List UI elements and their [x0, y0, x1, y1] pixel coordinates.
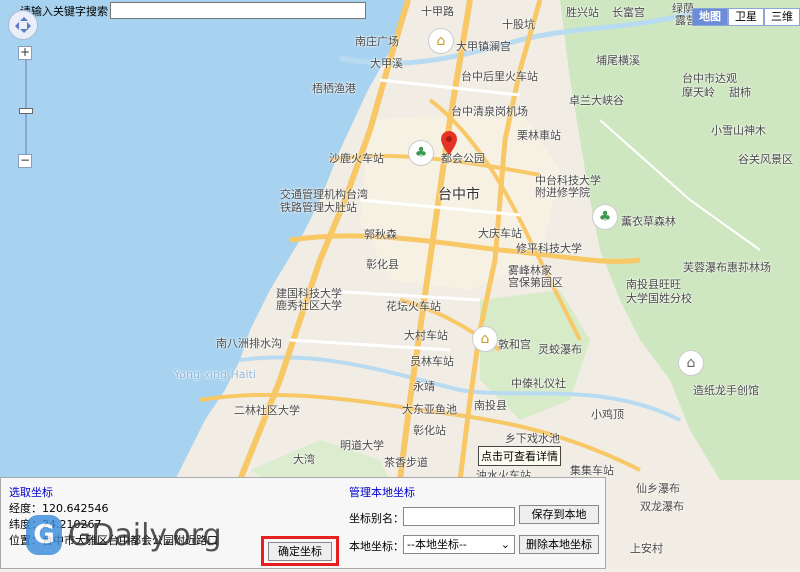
temple-icon[interactable]: ⌂ — [428, 28, 454, 54]
map-place-label[interactable]: 宫保第园区 — [508, 274, 563, 290]
watermark-text: GDaily.org — [68, 517, 222, 553]
map-place-label[interactable]: 梧栖渔港 — [312, 80, 356, 96]
map-place-label[interactable]: 上安村 — [630, 540, 663, 556]
map-place-label[interactable]: 南庄广场 — [355, 33, 399, 49]
map-place-label[interactable]: 胜兴站 — [566, 4, 599, 20]
map-place-label[interactable]: Yong xing Haiti — [174, 368, 256, 381]
map-place-label[interactable]: 附进修学院 — [535, 184, 590, 200]
temple-icon[interactable]: ⌂ — [472, 326, 498, 352]
map-place-label[interactable]: 小鸡顶 — [591, 406, 624, 422]
map-type-satellite[interactable]: 卫星 — [728, 8, 764, 26]
map-place-label[interactable]: 十股坑 — [502, 16, 535, 32]
save-local-button[interactable]: 保存到本地 — [519, 505, 599, 524]
pan-circle[interactable] — [8, 10, 38, 40]
map-place-label[interactable]: 修平科技大学 — [516, 240, 582, 256]
map-place-label[interactable]: 大甲溪 — [370, 55, 403, 71]
map-place-label[interactable]: 造纸龙手创馆 — [693, 382, 759, 398]
map-place-label[interactable]: 郭秋森 — [364, 226, 397, 242]
map-place-label[interactable]: 南八洲排水沟 — [216, 335, 282, 351]
zoom-in-button[interactable]: + — [18, 46, 32, 60]
location-pin-icon[interactable] — [441, 131, 457, 158]
map-place-label[interactable]: 鹿秀社区大学 — [276, 297, 342, 313]
map-place-label[interactable]: 大甲镇澜宫 — [456, 38, 511, 54]
map-place-label[interactable]: 沙鹿火车站 — [329, 150, 384, 166]
map-place-label[interactable]: 薰衣草森林 — [621, 213, 676, 229]
pan-right-icon[interactable] — [27, 22, 35, 30]
map-place-label[interactable]: 芙蓉瀑布 — [683, 259, 727, 275]
museum-icon[interactable]: ⌂ — [678, 350, 704, 376]
map-place-label[interactable]: 小雪山神木 — [711, 122, 766, 138]
longitude-label: 经度： — [9, 502, 42, 515]
map-place-label[interactable]: 卓兰大峡谷 — [569, 92, 624, 108]
longitude-value: 120.642546 — [42, 502, 109, 515]
pan-control[interactable] — [8, 10, 38, 40]
map-place-label[interactable]: 南投县 — [474, 397, 507, 413]
map-place-label[interactable]: 茶香步道 — [384, 454, 428, 470]
zoom-out-button[interactable]: − — [18, 154, 32, 168]
map-place-label[interactable]: 甜柿 — [729, 84, 751, 100]
map-place-label[interactable]: 大庆车站 — [478, 225, 522, 241]
longitude-row: 经度：120.642546 — [9, 500, 108, 516]
alias-input[interactable] — [403, 507, 515, 526]
map-place-label[interactable]: 栗林車站 — [517, 127, 561, 143]
map-place-label[interactable]: 花坛火车站 — [386, 298, 441, 314]
map-place-label[interactable]: 敦和宫 — [498, 336, 531, 352]
map-place-label[interactable]: 埔尾横溪 — [596, 52, 640, 68]
map-place-label[interactable]: 谷关风景区 — [738, 151, 793, 167]
search-bar: 请输入关键字搜索 — [20, 2, 366, 19]
map-place-label[interactable]: 大村车站 — [404, 327, 448, 343]
map-type-3d[interactable]: 三维 — [764, 8, 800, 26]
local-coordinate-select[interactable]: --本地坐标-- ⌄ — [403, 535, 515, 554]
zoom-slider[interactable] — [19, 60, 33, 154]
alias-label: 坐标别名： — [349, 512, 404, 525]
map-place-label[interactable]: 彰化县 — [366, 256, 399, 272]
map-place-label[interactable]: 二林社区大学 — [234, 402, 300, 418]
map-place-label[interactable]: 台中后里火车站 — [461, 68, 538, 84]
marker-tooltip[interactable]: 点击可查看详情 — [478, 446, 561, 466]
pick-coordinate-title: 选取坐标 — [9, 486, 53, 499]
map-place-label[interactable]: 十甲路 — [421, 3, 454, 19]
zoom-thumb[interactable] — [19, 108, 33, 114]
chevron-down-icon[interactable]: ⌄ — [501, 536, 510, 553]
map-place-label[interactable]: 双龙瀑布 — [640, 498, 684, 514]
map-type-switcher: 地图 卫星 三维 — [692, 8, 800, 26]
map-place-label[interactable]: 铁路管理大肚站 — [280, 199, 357, 215]
confirm-coordinate-button[interactable]: 确定坐标 — [268, 542, 332, 561]
pan-up-icon[interactable] — [20, 13, 28, 21]
map-place-label[interactable]: 中傣礼仪社 — [511, 375, 566, 391]
confirm-highlight: 确定坐标 — [261, 536, 339, 566]
watermark-logo: G — [26, 515, 62, 555]
map-place-label[interactable]: 仙乡瀑布 — [636, 480, 680, 496]
zoom-control: + − — [18, 46, 34, 168]
delete-local-button[interactable]: 删除本地坐标 — [519, 535, 599, 554]
map-place-label[interactable]: 大湾 — [293, 451, 315, 467]
map-place-label[interactable]: 台中市 — [438, 184, 480, 204]
pan-left-icon[interactable] — [11, 22, 19, 30]
map-place-label[interactable]: 永靖 — [413, 378, 435, 394]
map-place-label[interactable]: 灵蛟瀑布 — [538, 341, 582, 357]
search-input[interactable] — [110, 2, 366, 19]
watermark: G GDaily.org — [26, 515, 222, 555]
map-type-map[interactable]: 地图 — [692, 8, 728, 26]
forest-icon[interactable]: ♣ — [592, 204, 618, 230]
map-place-label[interactable]: 乡下戏水池 — [505, 430, 560, 446]
map-place-label[interactable]: 台中清泉岗机场 — [451, 103, 528, 119]
map-place-label[interactable]: 长富宫 — [612, 4, 645, 20]
park-icon[interactable]: ♣ — [408, 140, 434, 166]
map-place-label[interactable]: 集集车站 — [570, 462, 614, 478]
map-place-label[interactable]: 大东亚鱼池 — [402, 401, 457, 417]
pan-down-icon[interactable] — [20, 29, 28, 37]
map-place-label[interactable]: 摩天岭 — [682, 84, 715, 100]
map-place-label[interactable]: 惠荪林场 — [727, 259, 771, 275]
map-place-label[interactable]: 大学国姓分校 — [626, 290, 692, 306]
local-coordinate-select-value: --本地坐标-- — [407, 538, 467, 551]
manage-local-title: 管理本地坐标 — [349, 486, 415, 499]
map-place-label[interactable]: 彰化站 — [413, 422, 446, 438]
map-place-label[interactable]: 明道大学 — [340, 437, 384, 453]
map-place-label[interactable]: 员林车站 — [410, 353, 454, 369]
local-coordinate-label: 本地坐标： — [349, 540, 404, 553]
